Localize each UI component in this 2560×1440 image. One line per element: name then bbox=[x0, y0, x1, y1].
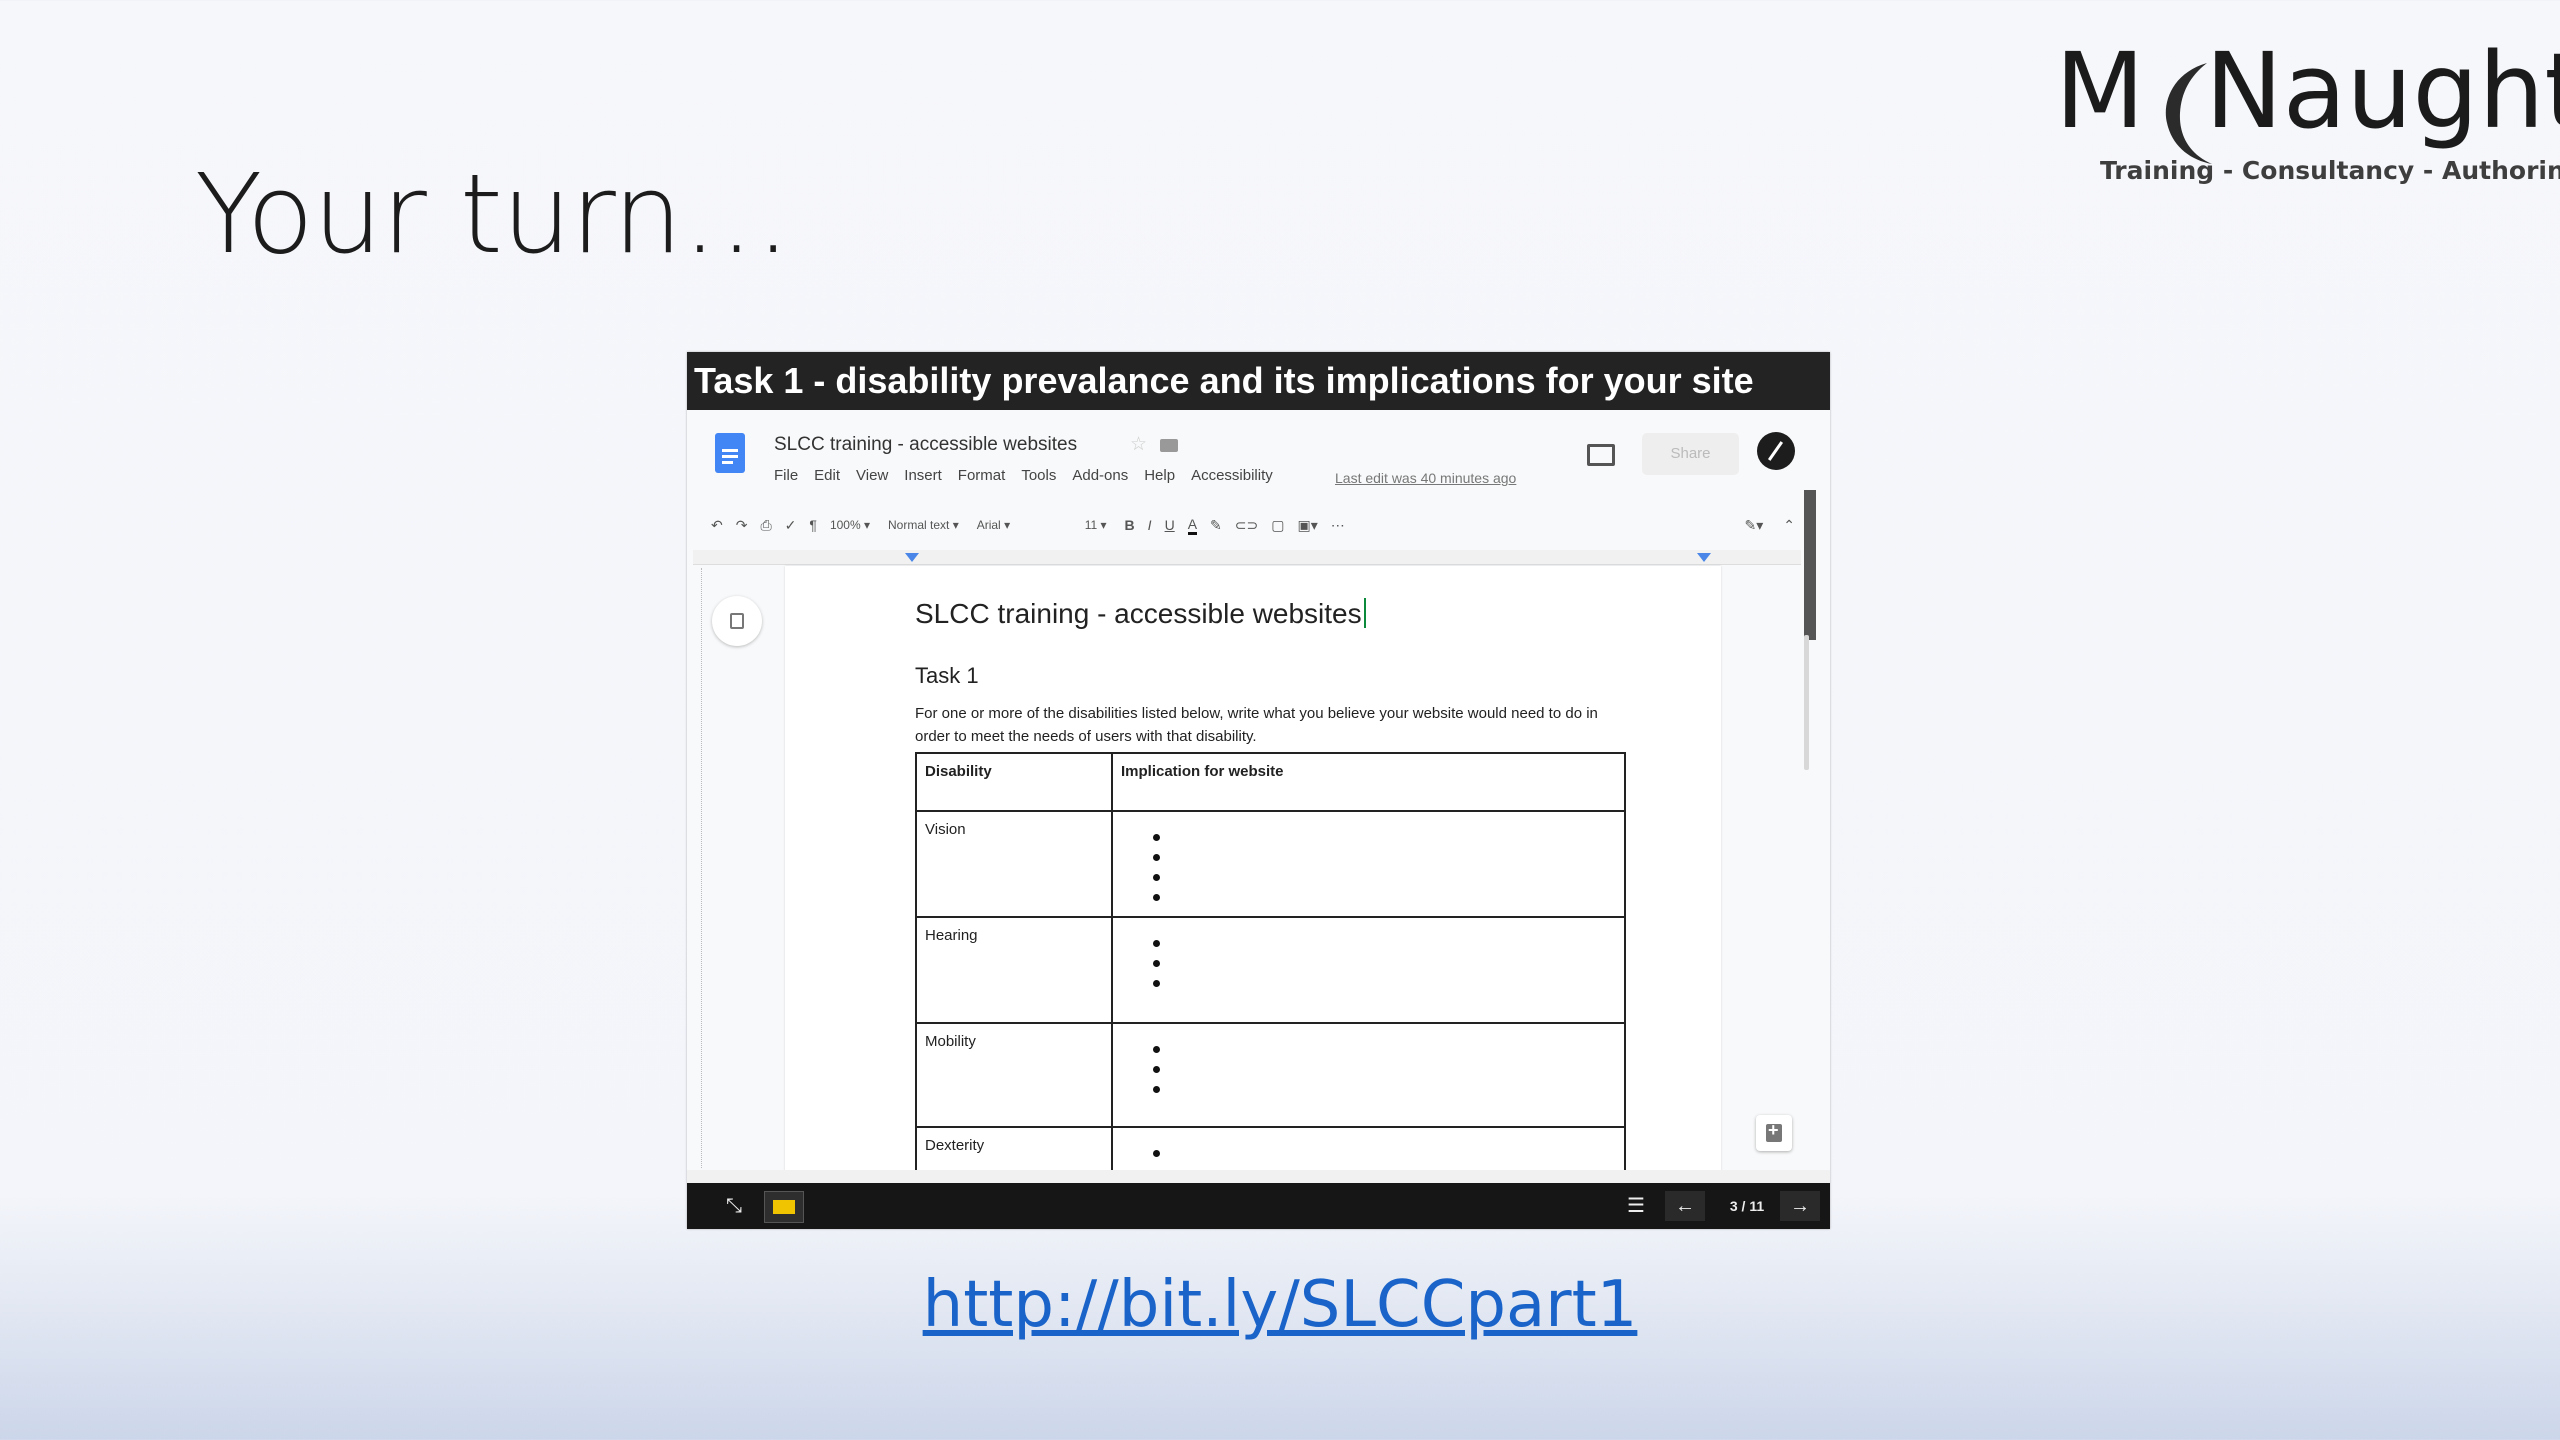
outline-icon[interactable] bbox=[712, 596, 762, 646]
viewer-slide-title: Task 1 - disability prevalance and its i… bbox=[694, 360, 1754, 401]
share-button[interactable]: Share bbox=[1642, 433, 1739, 475]
link-icon[interactable]: ⊂⊃ bbox=[1235, 517, 1258, 534]
editing-mode-icon[interactable]: ✎▾ bbox=[1745, 517, 1764, 534]
logo-tagline: Training - Consultancy - Authoring bbox=[2100, 156, 2560, 185]
comment-add-icon[interactable]: ▢ bbox=[1271, 517, 1284, 534]
bullet-list bbox=[1121, 1039, 1616, 1099]
bold-button[interactable]: B bbox=[1125, 517, 1135, 533]
slide-title: Your turn… bbox=[195, 150, 792, 278]
previous-arrow-icon[interactable]: ← bbox=[1665, 1191, 1705, 1221]
document-title: SLCC training - accessible websites bbox=[915, 598, 1366, 630]
viewer-scrollbar[interactable] bbox=[1804, 490, 1816, 640]
mcnaught-logo: M Naught Training - Consultancy - Author… bbox=[2050, 30, 2560, 190]
row-label-hearing: Hearing bbox=[915, 916, 1113, 1024]
logo-naught: Naught bbox=[2205, 30, 2560, 152]
row-implication-mobility[interactable] bbox=[1111, 1022, 1626, 1128]
text-color-button[interactable]: A bbox=[1187, 516, 1198, 535]
star-icon[interactable]: ☆ bbox=[1130, 433, 1147, 456]
menu-format[interactable]: Format bbox=[958, 467, 1006, 484]
table-row: Vision bbox=[915, 810, 1626, 918]
comment-icon[interactable] bbox=[1587, 444, 1615, 466]
embedded-slide-viewer: Task 1 - disability prevalance and its i… bbox=[687, 352, 1830, 1229]
document-page[interactable]: SLCC training - accessible websites Task… bbox=[785, 566, 1721, 1170]
bullet-list bbox=[1121, 933, 1616, 993]
underline-button[interactable]: U bbox=[1165, 517, 1175, 533]
collapse-toolbar-icon[interactable]: ⌃ bbox=[1783, 517, 1795, 534]
row-label-dexterity: Dexterity bbox=[915, 1126, 1113, 1170]
toolbar-right: ✎▾ ⌃ bbox=[1745, 517, 1796, 534]
task-heading: Task 1 bbox=[915, 663, 979, 688]
bullet-list bbox=[1121, 827, 1616, 907]
redo-icon[interactable]: ↷ bbox=[736, 517, 748, 534]
fullscreen-icon[interactable]: ⤡ bbox=[715, 1191, 753, 1221]
list-icon[interactable]: ☰ bbox=[1617, 1191, 1655, 1221]
menu-view[interactable]: View bbox=[856, 467, 888, 484]
disability-table: Disability Implication for website Visio… bbox=[915, 752, 1626, 1170]
last-edit-link[interactable]: Last edit was 40 minutes ago bbox=[1335, 470, 1516, 486]
menu-accessibility[interactable]: Accessibility bbox=[1191, 467, 1273, 484]
print-icon[interactable]: ⎙ bbox=[760, 517, 771, 534]
row-label-mobility: Mobility bbox=[915, 1022, 1113, 1128]
document-scrollbar[interactable] bbox=[1804, 635, 1809, 770]
right-indent-marker[interactable] bbox=[1697, 553, 1711, 562]
docs-toolbar: ↶ ↷ ⎙ ✓ ¶ 100% Normal text Arial 11 B I … bbox=[711, 505, 1803, 545]
highlight-icon[interactable]: ✎ bbox=[1210, 517, 1222, 534]
style-select[interactable]: Normal text bbox=[888, 518, 959, 532]
header-implication: Implication for website bbox=[1111, 752, 1626, 812]
ruler[interactable] bbox=[693, 550, 1801, 565]
table-row: Mobility bbox=[915, 1022, 1626, 1128]
vertical-ruler bbox=[697, 568, 702, 1168]
paint-format-icon[interactable]: ¶ bbox=[809, 517, 817, 533]
table-row: Dexterity bbox=[915, 1126, 1626, 1170]
page-counter: 3 / 11 bbox=[1729, 1198, 1765, 1214]
left-indent-marker[interactable] bbox=[905, 553, 919, 562]
left-rail bbox=[693, 566, 765, 1170]
row-implication-vision[interactable] bbox=[1111, 810, 1626, 918]
row-label-vision: Vision bbox=[915, 810, 1113, 918]
next-arrow-icon[interactable]: → bbox=[1780, 1191, 1820, 1221]
image-icon[interactable]: ▣▾ bbox=[1297, 517, 1317, 534]
slide-grid-icon[interactable] bbox=[764, 1191, 804, 1223]
bullet-list bbox=[1121, 1143, 1616, 1170]
crescent-moon-icon bbox=[2165, 63, 2212, 164]
task-instructions: For one or more of the disabilities list… bbox=[915, 705, 1598, 745]
menu-help[interactable]: Help bbox=[1144, 467, 1175, 484]
undo-icon[interactable]: ↶ bbox=[711, 517, 723, 534]
menu-edit[interactable]: Edit bbox=[814, 467, 840, 484]
font-select[interactable]: Arial bbox=[977, 518, 1067, 532]
more-icon[interactable]: ⋯ bbox=[1331, 517, 1345, 534]
google-docs-screenshot: SLCC training - accessible websites ☆ Fi… bbox=[687, 410, 1830, 1170]
viewer-header: Task 1 - disability prevalance and its i… bbox=[687, 352, 1830, 410]
slide-url-link[interactable]: http://bit.ly/SLCCpart1 bbox=[0, 1268, 2560, 1342]
document-title-text: SLCC training - accessible websites bbox=[915, 598, 1362, 629]
menu-file[interactable]: File bbox=[774, 467, 798, 484]
docs-menu-bar: File Edit View Insert Format Tools Add-o… bbox=[774, 467, 1273, 484]
menu-tools[interactable]: Tools bbox=[1021, 467, 1056, 484]
table-row: Hearing bbox=[915, 916, 1626, 1024]
spellcheck-icon[interactable]: ✓ bbox=[785, 517, 797, 534]
row-implication-hearing[interactable] bbox=[1111, 916, 1626, 1024]
avatar[interactable] bbox=[1757, 432, 1795, 470]
font-size-select[interactable]: 11 bbox=[1085, 518, 1107, 532]
menu-add-ons[interactable]: Add-ons bbox=[1072, 467, 1128, 484]
italic-button[interactable]: I bbox=[1148, 517, 1152, 533]
doc-name[interactable]: SLCC training - accessible websites bbox=[774, 434, 1077, 456]
viewer-controls: ⤡ ☰ ← 3 / 11 → bbox=[687, 1183, 1830, 1229]
explore-icon[interactable] bbox=[1756, 1115, 1792, 1151]
table-header-row: Disability Implication for website bbox=[915, 752, 1626, 812]
menu-insert[interactable]: Insert bbox=[904, 467, 942, 484]
text-cursor bbox=[1363, 598, 1366, 628]
folder-icon[interactable] bbox=[1160, 439, 1178, 452]
docs-logo-icon bbox=[715, 433, 745, 473]
row-implication-dexterity[interactable] bbox=[1111, 1126, 1626, 1170]
zoom-select[interactable]: 100% bbox=[830, 518, 870, 532]
header-disability: Disability bbox=[915, 752, 1113, 812]
